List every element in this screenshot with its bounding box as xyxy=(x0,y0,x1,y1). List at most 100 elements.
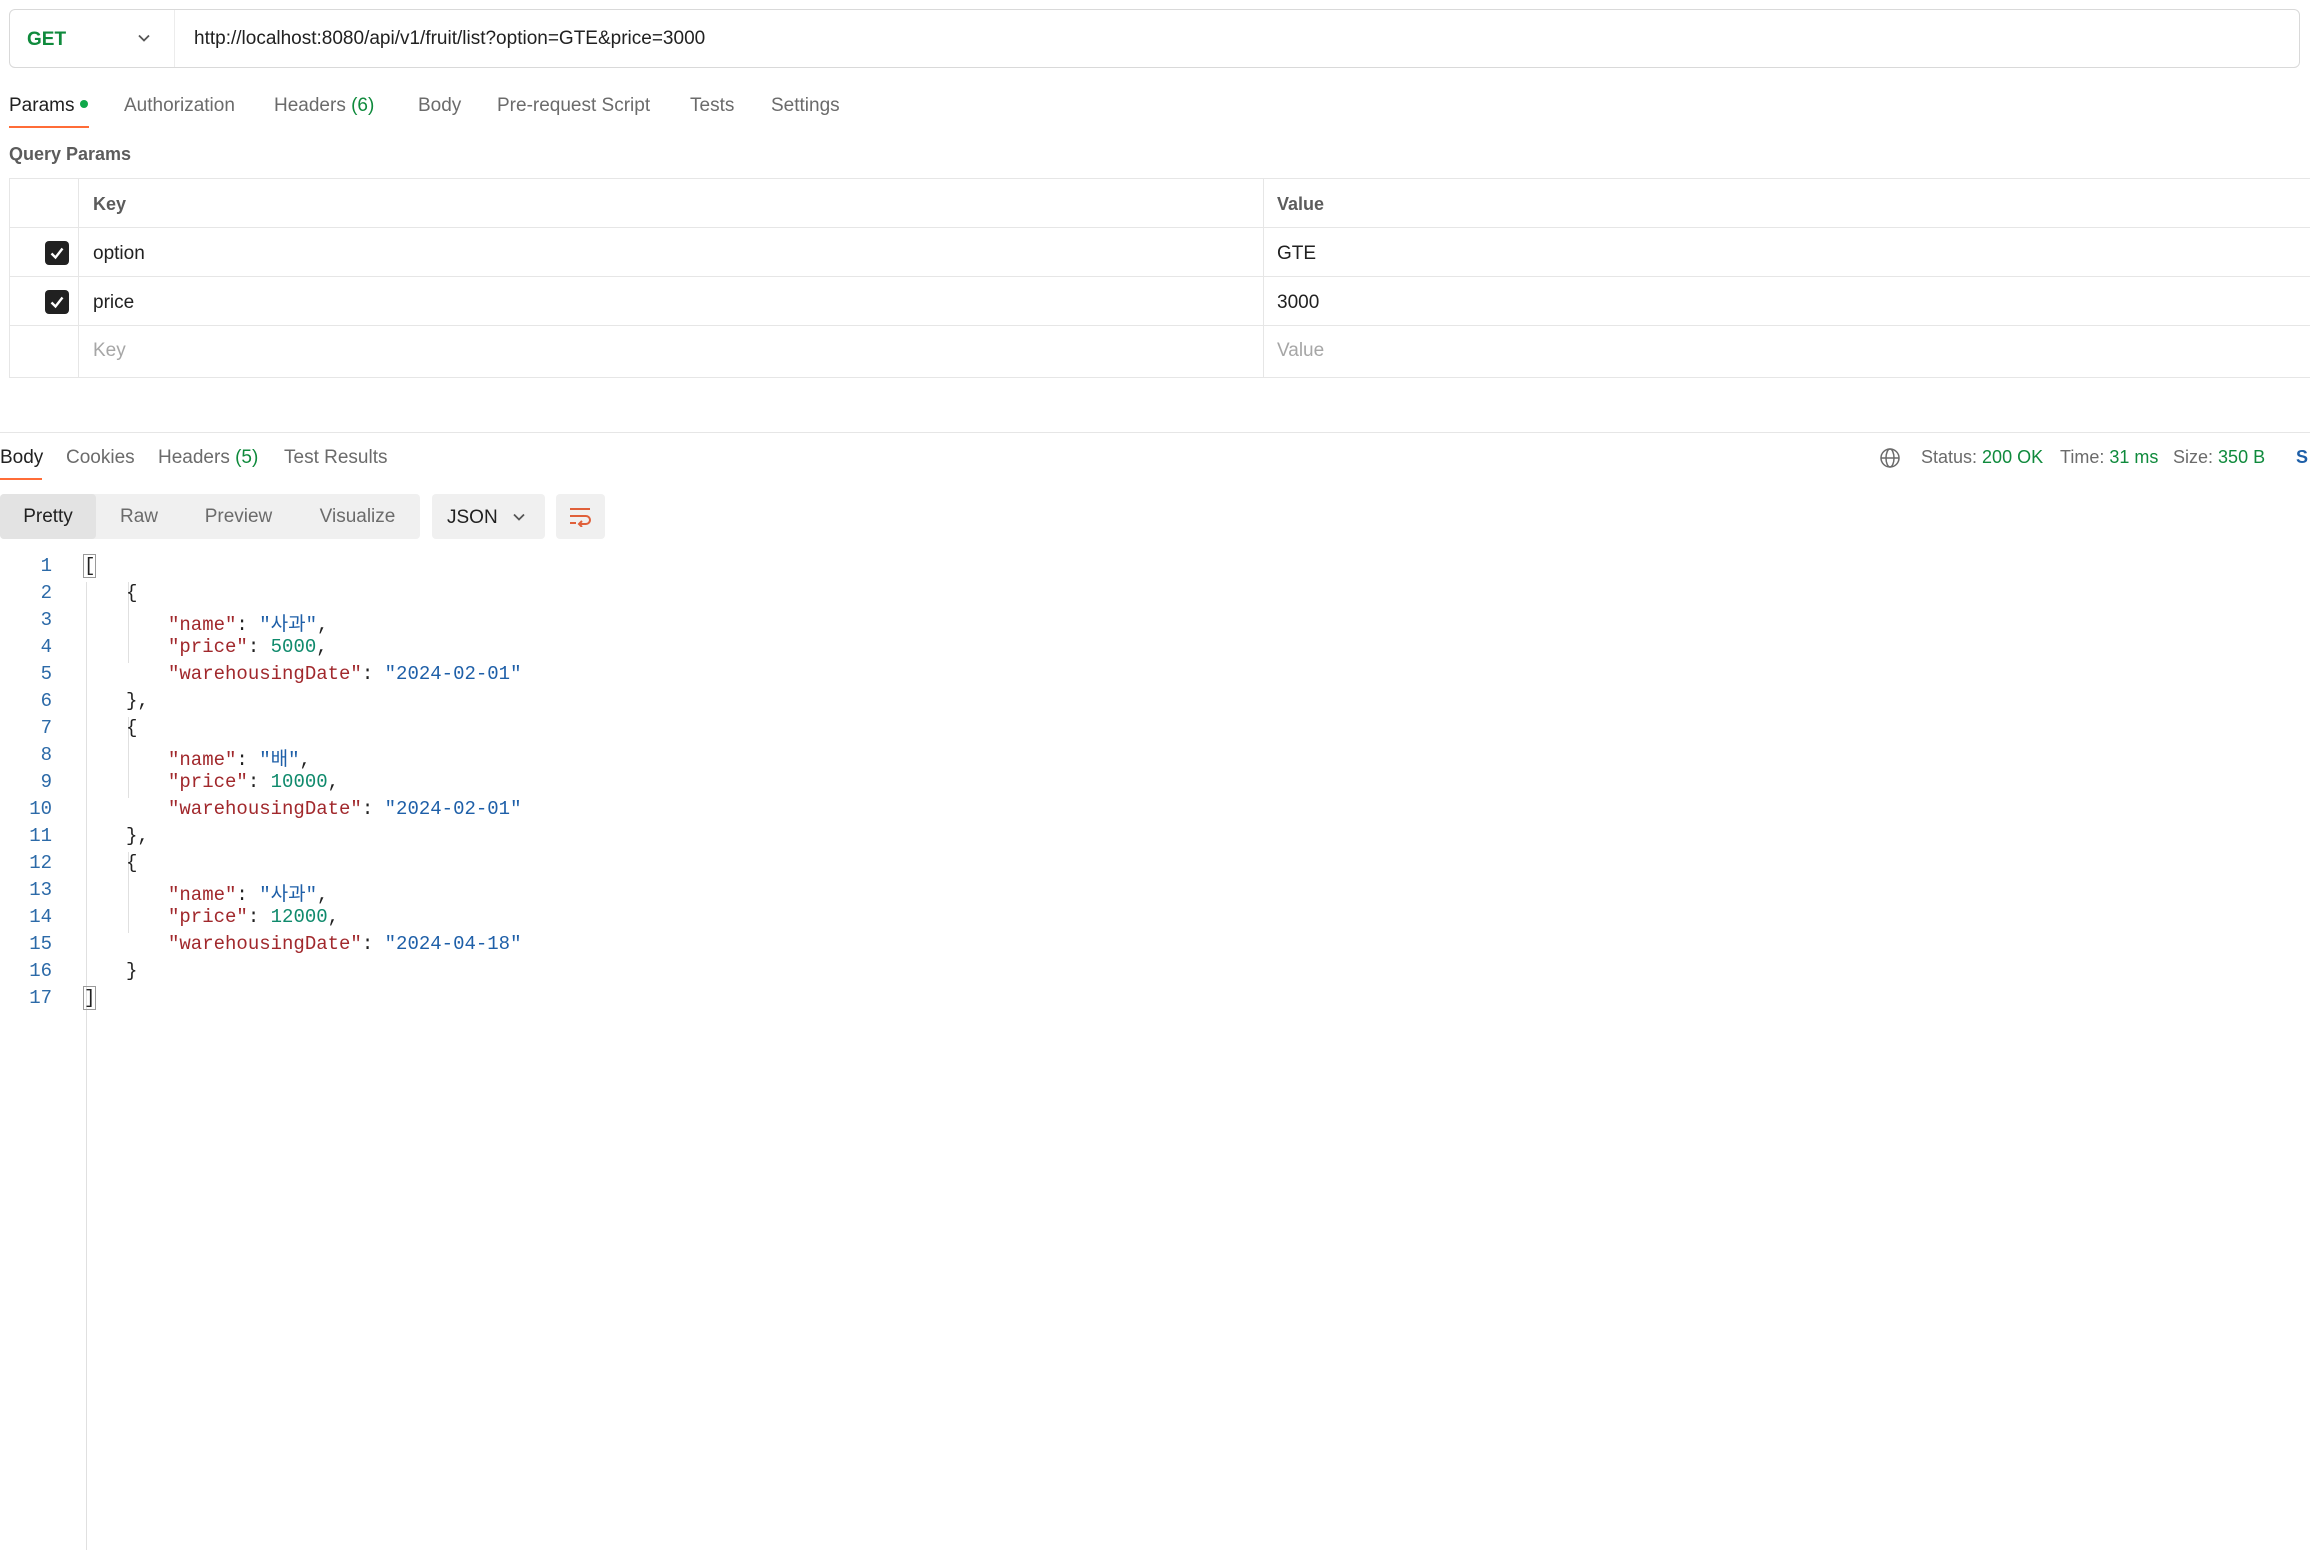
code-line: "warehousingDate": "2024-02-01" xyxy=(168,663,522,685)
key-placeholder[interactable]: Key xyxy=(93,340,126,362)
response-tab-body[interactable]: Body xyxy=(0,447,43,469)
line-number: 17 xyxy=(29,987,52,1009)
tab-headers[interactable]: Headers (6) xyxy=(274,95,374,117)
json-value: 5000 xyxy=(270,636,317,658)
method-label: GET xyxy=(27,29,67,50)
response-size[interactable]: Size: 350 B xyxy=(2173,447,2265,468)
code-line: [ xyxy=(82,554,97,578)
json-key: "name" xyxy=(168,884,237,906)
code-line: } xyxy=(126,960,137,982)
line-number: 12 xyxy=(29,852,52,874)
pane-divider[interactable] xyxy=(0,432,2310,433)
response-tab-cookies[interactable]: Cookies xyxy=(66,447,135,469)
headers-count: (6) xyxy=(351,95,375,116)
code-line: "name": "배", xyxy=(168,749,311,771)
param-value[interactable]: 3000 xyxy=(1277,292,1319,314)
url-input[interactable] xyxy=(194,24,2274,54)
tab-authorization[interactable]: Authorization xyxy=(124,95,235,117)
active-tab-underline xyxy=(0,478,42,480)
code-line: { xyxy=(126,582,137,604)
tab-pre-request-script[interactable]: Pre-request Script xyxy=(497,95,650,117)
time-label: Time: xyxy=(2060,447,2105,467)
tab-tests[interactable]: Tests xyxy=(690,95,734,117)
line-number: 13 xyxy=(29,879,52,901)
code-line: "price": 5000, xyxy=(168,636,328,658)
response-tab-test-results[interactable]: Test Results xyxy=(284,447,387,469)
code-line: "name": "사과", xyxy=(168,614,329,636)
param-key[interactable]: price xyxy=(93,292,134,314)
save-response-button[interactable]: S xyxy=(2296,447,2308,468)
wrap-lines-button[interactable] xyxy=(556,494,605,539)
view-pretty-button[interactable]: Pretty xyxy=(0,494,96,539)
response-time[interactable]: Time: 31 ms xyxy=(2060,447,2158,468)
json-key: "name" xyxy=(168,614,237,636)
code-line: "warehousingDate": "2024-04-18" xyxy=(168,933,522,955)
json-bracket: }, xyxy=(126,825,149,847)
tab-params[interactable]: Params xyxy=(9,95,89,117)
view-raw-button[interactable]: Raw xyxy=(96,494,182,539)
key-column-header: Key xyxy=(93,194,127,214)
param-value[interactable]: GTE xyxy=(1277,243,1316,265)
line-number: 16 xyxy=(29,960,52,982)
json-value: "사과" xyxy=(259,614,317,636)
table-header-row: Key Value xyxy=(10,179,2310,228)
json-key: "price" xyxy=(168,636,248,658)
json-bracket: { xyxy=(126,582,138,604)
checkbox-checked-icon[interactable] xyxy=(45,290,69,314)
json-key: "price" xyxy=(168,771,248,793)
json-value: "2024-02-01" xyxy=(384,663,522,685)
line-number: 10 xyxy=(29,798,52,820)
format-label: JSON xyxy=(447,507,498,528)
checkbox-checked-icon[interactable] xyxy=(45,241,69,265)
size-value: 350 B xyxy=(2218,447,2266,467)
request-url-bar: GET xyxy=(9,9,2300,68)
json-key: "warehousingDate" xyxy=(168,933,362,955)
line-number: 5 xyxy=(40,663,52,685)
line-number: 1 xyxy=(40,555,52,577)
json-key: "name" xyxy=(168,749,237,771)
response-headers-label: Headers xyxy=(158,447,230,468)
line-number: 3 xyxy=(40,609,52,631)
value-placeholder[interactable]: Value xyxy=(1277,340,1324,362)
wrap-lines-icon xyxy=(570,508,591,527)
time-value: 31 ms xyxy=(2109,447,2159,467)
view-visualize-button[interactable]: Visualize xyxy=(295,494,420,539)
view-preview-button[interactable]: Preview xyxy=(182,494,295,539)
json-bracket: ] xyxy=(82,986,97,1010)
chevron-down-icon xyxy=(138,34,150,42)
json-value: "2024-04-18" xyxy=(384,933,522,955)
json-bracket: } xyxy=(126,960,138,982)
json-bracket: }, xyxy=(126,690,149,712)
line-number: 14 xyxy=(29,906,52,928)
status-code[interactable]: Status: 200 OK xyxy=(1921,447,2043,468)
json-value: 10000 xyxy=(270,771,328,793)
json-bracket: { xyxy=(126,852,138,874)
param-key[interactable]: option xyxy=(93,243,145,265)
code-line: ] xyxy=(82,986,97,1010)
json-key: "price" xyxy=(168,906,248,928)
json-bracket: [ xyxy=(82,554,97,578)
indent-guide xyxy=(86,582,87,1550)
response-body-viewer[interactable]: 1 [2 {3 "name": "사과", 4 "price": 5000, 5 "wareh… xyxy=(0,554,2310,1550)
size-label: Size: xyxy=(2173,447,2214,467)
code-line: { xyxy=(126,852,137,874)
line-number: 2 xyxy=(40,582,52,604)
response-headers-count: (5) xyxy=(235,447,259,468)
method-select[interactable]: GET xyxy=(10,10,175,67)
chevron-down-icon xyxy=(513,513,525,521)
json-bracket: { xyxy=(126,717,138,739)
status-label: Status: xyxy=(1921,447,1978,467)
globe-icon[interactable] xyxy=(1879,447,1901,469)
line-number: 6 xyxy=(40,690,52,712)
line-number: 8 xyxy=(40,744,52,766)
json-value: "사과" xyxy=(259,884,317,906)
code-line: "price": 10000, xyxy=(168,771,340,793)
tab-body[interactable]: Body xyxy=(418,95,461,117)
format-select[interactable]: JSON xyxy=(432,494,545,539)
line-number: 4 xyxy=(40,636,52,658)
tab-headers-label: Headers xyxy=(274,95,346,116)
tab-settings[interactable]: Settings xyxy=(771,95,840,117)
response-tab-headers[interactable]: Headers (5) xyxy=(158,447,258,469)
code-line: "price": 12000, xyxy=(168,906,340,928)
status-value: 200 OK xyxy=(1982,447,2044,467)
